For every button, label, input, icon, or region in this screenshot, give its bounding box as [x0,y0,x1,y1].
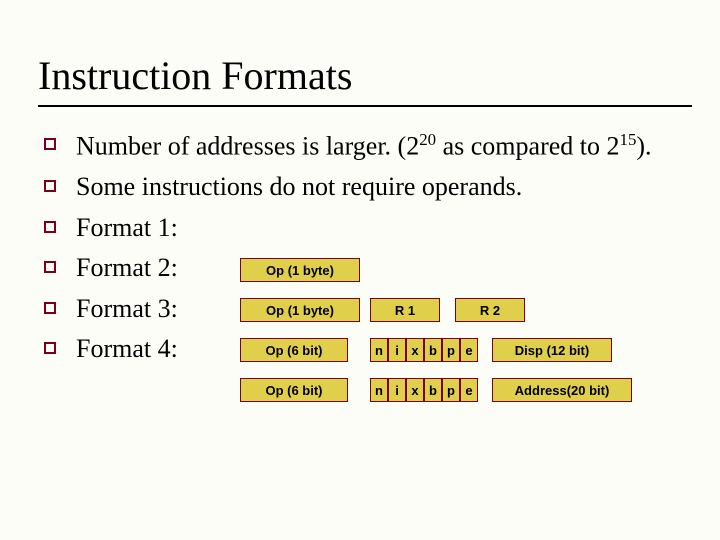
format-4-label: Format 4: [76,334,178,363]
title-rule [38,105,692,107]
bullet-3: Format 1: [38,212,692,245]
f4-flag-i: i [388,378,406,402]
f2-op: Op (1 byte) [240,298,360,322]
f4-flag-p: p [442,378,460,402]
format-1-label: Format 1: [76,213,178,242]
f3-op: Op (6 bit) [240,338,348,362]
f4-flag-n: n [370,378,388,402]
slide-title: Instruction Formats [38,52,692,99]
bullet-4: Format 2: [38,252,692,285]
f3-flag-n: n [370,338,388,362]
f3-flag-p: p [442,338,460,362]
f3-flag-e: e [460,338,478,362]
bullet-1-text-a: Number of addresses is larger. (2 [76,132,419,161]
bullet-1-text-c: ). [636,132,651,161]
bullet-1-text-b: as compared to 2 [436,132,619,161]
f4-flag-b: b [424,378,442,402]
f4-op: Op (6 bit) [240,378,348,402]
slide: Instruction Formats Number of addresses … [0,0,720,540]
f3-flag-i: i [388,338,406,362]
bullet-5: Format 3: [38,293,692,326]
format-2-label: Format 2: [76,253,178,282]
format-3-label: Format 3: [76,294,178,323]
f4-flag-x: x [406,378,424,402]
f2-r2: R 2 [455,298,525,322]
bullet-2: Some instructions do not require operand… [38,171,692,204]
f3-flag-x: x [406,338,424,362]
bullet-1: Number of addresses is larger. (220 as c… [38,129,692,163]
f2-r1: R 1 [370,298,440,322]
bullet-list: Number of addresses is larger. (220 as c… [38,129,692,366]
f3-disp: Disp (12 bit) [492,338,612,362]
f3-flag-b: b [424,338,442,362]
f4-addr: Address(20 bit) [492,378,632,402]
f1-op: Op (1 byte) [240,258,360,282]
bullet-1-sup2: 15 [620,130,637,149]
f4-flag-e: e [460,378,478,402]
bullet-1-sup1: 20 [419,130,436,149]
